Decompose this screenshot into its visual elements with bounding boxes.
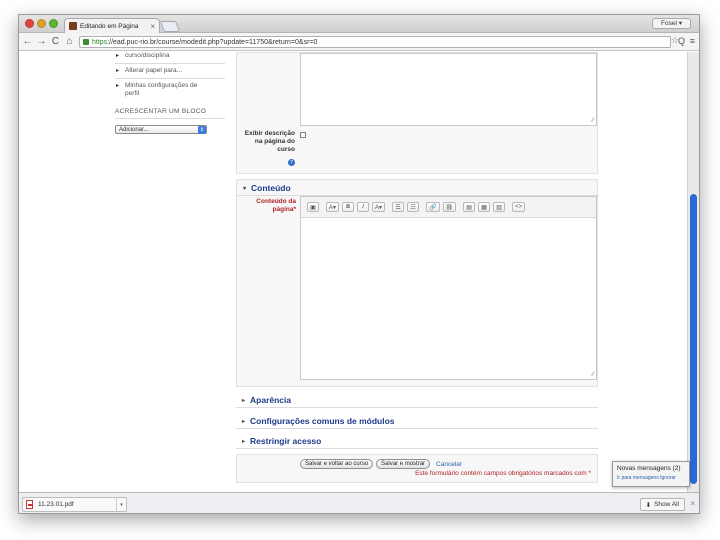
- divider: [236, 448, 598, 449]
- resize-handle-icon[interactable]: ⁄⁄: [592, 372, 594, 378]
- new-tab-button[interactable]: [159, 21, 181, 32]
- content-editor[interactable]: ▣ A▾ B I A▾ ☰ ☷ 🔗 ⛓ ▤ ▦ ▥ <> ⁄⁄: [300, 196, 597, 380]
- tab-strip: Editando em Página × Fosel ▾: [19, 15, 699, 33]
- numbered-list-icon[interactable]: ☷: [407, 202, 420, 212]
- html-source-icon[interactable]: <>: [512, 202, 526, 212]
- address-bar[interactable]: https ://ead.puc-rio.br/course/modedit.p…: [79, 36, 671, 48]
- required-fields-note: Este formulário contém campos obrigatóri…: [415, 470, 591, 477]
- collapse-caret-icon: ▾: [243, 185, 247, 192]
- sidebar-item-course[interactable]: curso/disciplina: [115, 52, 225, 60]
- sidebar: curso/disciplina Alterar papel para... M…: [115, 52, 225, 134]
- font-color-icon[interactable]: A▾: [372, 202, 386, 212]
- bold-icon[interactable]: B: [342, 202, 355, 212]
- appearance-section[interactable]: ▸ Aparência: [236, 395, 598, 408]
- url-scheme: https: [92, 38, 108, 46]
- show-all-label: Show All: [654, 501, 679, 508]
- add-block-select[interactable]: Adicionar... ⇕: [115, 125, 207, 134]
- general-fieldset: ⁄⁄ Exibir descrição na página do curso ?: [236, 52, 598, 174]
- home-icon[interactable]: ⌂: [64, 36, 75, 48]
- editor-toolbar: ▣ A▾ B I A▾ ☰ ☷ 🔗 ⛓ ▤ ▦ ▥ <>: [301, 197, 596, 218]
- italic-icon[interactable]: I: [357, 202, 370, 212]
- content-fieldset: ▾ Conteúdo Conteúdo da página* ▣ A▾ B I …: [236, 179, 599, 387]
- unlink-icon[interactable]: ⛓: [442, 202, 457, 212]
- expand-caret-icon: ▸: [242, 438, 246, 445]
- divider: [236, 407, 598, 408]
- download-menu-caret-icon[interactable]: ▾: [116, 497, 126, 512]
- appearance-header[interactable]: ▸ Aparência: [236, 395, 598, 405]
- bullet-list-icon[interactable]: ☰: [392, 202, 405, 212]
- download-arrow-icon: ⬇: [645, 501, 652, 509]
- new-messages-title: Novas mensagens (2): [617, 465, 681, 472]
- scrollbar-thumb[interactable]: [690, 194, 697, 484]
- divider: [236, 428, 598, 429]
- sidebar-item-profile-settings[interactable]: Minhas configurações de perfil: [115, 82, 207, 98]
- description-editor[interactable]: ⁄⁄: [300, 53, 597, 126]
- resize-handle-icon[interactable]: ⁄⁄: [592, 118, 594, 124]
- reload-icon[interactable]: C: [50, 36, 61, 48]
- media-icon[interactable]: ▦: [478, 202, 491, 212]
- browser-toolbar: ← → C ⌂ https ://ead.puc-rio.br/course/m…: [19, 33, 699, 51]
- browser-window: Editando em Página × Fosel ▾ ← → C ⌂ htt…: [18, 14, 700, 514]
- toolbar-toggle-icon[interactable]: ▣: [307, 202, 319, 212]
- pdf-file-icon: [26, 500, 33, 509]
- expand-caret-icon: ▸: [242, 397, 246, 404]
- common-module-settings-title: Configurações comuns de módulos: [250, 416, 395, 426]
- select-arrows-icon: ⇕: [198, 125, 206, 134]
- show-description-label: Exibir descrição na página do curso: [244, 130, 295, 153]
- add-block-select-value: Adicionar...: [119, 126, 149, 133]
- forward-arrow-icon[interactable]: →: [36, 36, 47, 48]
- restrict-access-title: Restringir acesso: [250, 436, 322, 446]
- tab-title: Editando em Página: [80, 22, 139, 30]
- show-description-checkbox[interactable]: [300, 132, 306, 138]
- expand-caret-icon: ▸: [242, 418, 246, 425]
- moodle-favicon-icon: [69, 22, 77, 30]
- download-file-name: 11.23.01.pdf: [38, 501, 74, 508]
- divider: [115, 63, 225, 64]
- new-messages-popup: Novas mensagens (2) Ir para mensagens Ig…: [612, 461, 690, 487]
- tab-close-icon[interactable]: ×: [150, 22, 155, 31]
- minimize-window-icon[interactable]: [37, 19, 46, 28]
- file-icon[interactable]: ▥: [493, 202, 506, 212]
- download-item[interactable]: 11.23.01.pdf ▾: [22, 497, 127, 512]
- content-label: Conteúdo da página*: [256, 198, 296, 213]
- content-section-header[interactable]: ▾ Conteúdo: [243, 183, 291, 193]
- profile-button[interactable]: Fosel ▾: [652, 18, 691, 29]
- back-arrow-icon[interactable]: ←: [22, 36, 33, 48]
- url-path: ://ead.puc-rio.br/course/modedit.php?upd…: [107, 38, 318, 46]
- tab-editing-page[interactable]: Editando em Página ×: [64, 18, 160, 33]
- divider: [115, 78, 225, 79]
- zoom-icon[interactable]: Q: [678, 36, 685, 46]
- cancel-link[interactable]: Cancelar: [436, 461, 462, 468]
- button-row: Salvar e voltar ao curso Salvar e mostra…: [300, 459, 462, 469]
- maximize-window-icon[interactable]: [49, 19, 58, 28]
- add-block-title: ACRESCENTAR UM BLOCO: [115, 108, 207, 115]
- save-and-return-button[interactable]: Salvar e voltar ao curso: [300, 459, 374, 469]
- save-and-display-button[interactable]: Salvar e mostrar: [376, 459, 431, 469]
- common-module-settings-header[interactable]: ▸ Configurações comuns de módulos: [236, 416, 598, 426]
- lock-icon: [83, 39, 89, 45]
- download-bar: 11.23.01.pdf ▾ ⬇ Show All ×: [19, 492, 699, 513]
- form-actions: Salvar e voltar ao curso Salvar e mostra…: [236, 454, 598, 483]
- show-all-downloads-button[interactable]: ⬇ Show All: [639, 498, 685, 511]
- divider: [115, 118, 225, 119]
- close-download-bar-icon[interactable]: ×: [690, 499, 695, 508]
- page-scrollbar[interactable]: [687, 52, 699, 492]
- sidebar-item-switch-role[interactable]: Alterar papel para...: [115, 67, 225, 75]
- menu-icon[interactable]: ≡: [690, 36, 695, 46]
- help-icon[interactable]: ?: [288, 159, 295, 166]
- link-icon[interactable]: 🔗: [426, 202, 440, 212]
- restrict-access-section[interactable]: ▸ Restringir acesso: [236, 436, 598, 449]
- restrict-access-header[interactable]: ▸ Restringir acesso: [236, 436, 598, 446]
- new-messages-actions[interactable]: Ir para mensagens Ignorar: [617, 475, 685, 481]
- image-icon[interactable]: ▤: [463, 202, 476, 212]
- close-window-icon[interactable]: [25, 19, 34, 28]
- content-section-title: Conteúdo: [251, 183, 291, 193]
- common-module-settings-section[interactable]: ▸ Configurações comuns de módulos: [236, 416, 598, 429]
- appearance-title: Aparência: [250, 395, 292, 405]
- page-content: curso/disciplina Alterar papel para... M…: [19, 52, 689, 492]
- format-dropdown-icon[interactable]: A▾: [326, 202, 340, 212]
